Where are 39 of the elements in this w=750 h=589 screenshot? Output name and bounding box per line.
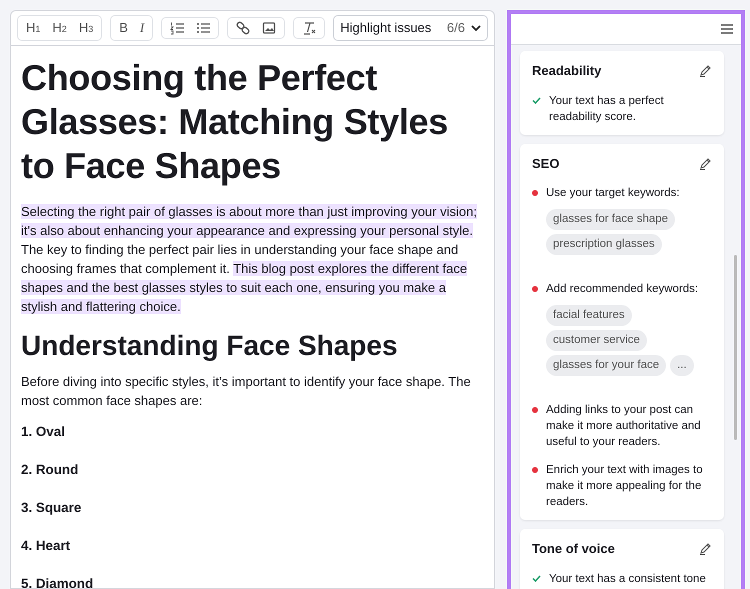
edit-icon[interactable] — [699, 542, 712, 556]
scrollbar[interactable] — [734, 255, 737, 440]
feedback-text: Adding links to your post can make it more authoritative and useful to your readers. — [546, 403, 702, 450]
keyword-tag[interactable]: ... — [670, 355, 694, 376]
keyword-tag[interactable]: facial features — [546, 305, 632, 326]
keyword-tag[interactable]: glasses for face shape — [546, 209, 676, 230]
issue-dot — [532, 407, 538, 413]
section-title: Readability — [532, 62, 602, 80]
section-heading: Understanding Face Shapes — [21, 329, 399, 363]
check-icon — [532, 574, 541, 582]
check-icon — [532, 96, 541, 104]
list-item: 4. Heart — [21, 537, 72, 555]
feedback-text: Enrich your text with images to make it more appealing for the readers. — [546, 463, 704, 510]
chevron-down-icon[interactable] — [471, 24, 481, 32]
keyword-tag[interactable]: prescription glasses — [546, 234, 662, 255]
edit-icon[interactable] — [699, 156, 712, 170]
menu-icon[interactable] — [721, 24, 733, 34]
feedback-text: Your text has a perfect readability score. — [549, 94, 665, 124]
italic-button[interactable]: I — [134, 17, 150, 39]
paragraph: Before diving into specific styles, it’s important to identify your face shape. The most common face shapes are: — [21, 373, 472, 410]
paragraph: Selecting the right pair of glasses is about more than just improving your vision; it's also about enhancing your appearance and expressing your personal style. The key to finding the perfect pair lies in understanding your face shape and choosing frames that complement it. This blog post explores the different face shapes and the best glasses styles to suit each one, ensuring you make a stylish and flattering choice. — [21, 203, 478, 316]
list-item: 2. Round — [21, 461, 80, 479]
keyword-tag[interactable]: customer service — [546, 330, 647, 351]
section-title: SEO — [532, 154, 560, 172]
issue-dot — [532, 467, 538, 473]
issue-dot — [532, 286, 538, 292]
keyword-tag[interactable]: glasses for your face — [546, 355, 666, 376]
issue-dot — [532, 190, 538, 196]
document-title: Choosing the Perfect Glasses: Matching Styles to Face Shapes — [21, 56, 449, 188]
feedback-text: Add recommended keywords: — [546, 282, 700, 297]
list-item: 1. Oval — [21, 423, 66, 441]
highlight-dropdown[interactable]: Highlight issues 6/6 — [333, 15, 488, 41]
bold-button[interactable]: B — [114, 17, 133, 39]
section-title: Tone of voice — [532, 540, 615, 558]
list-item: 5. Diamond — [21, 575, 94, 588]
edit-icon[interactable] — [699, 64, 712, 78]
list-item: 3. Square — [21, 499, 82, 517]
feedback-text: Your text has a consistent tone — [549, 572, 706, 586]
feedback-text: Use your target keywords: — [546, 186, 681, 201]
